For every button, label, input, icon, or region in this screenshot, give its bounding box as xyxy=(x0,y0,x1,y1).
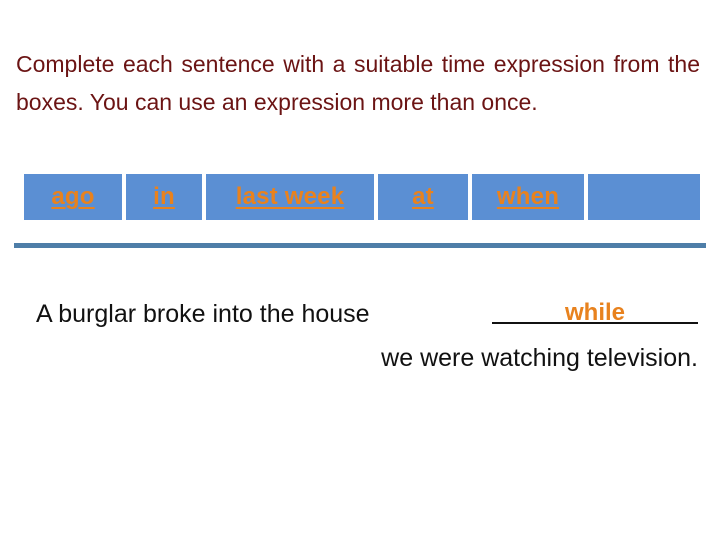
word-bank-label: when xyxy=(496,183,560,210)
word-bank-label: ago xyxy=(51,183,95,210)
instructions-text: Complete each sentence with a suitable t… xyxy=(16,45,700,121)
word-bank-cell-when[interactable]: when xyxy=(472,174,584,220)
slide-canvas: Complete each sentence with a suitable t… xyxy=(0,0,720,540)
word-bank-cell-ago[interactable]: ago xyxy=(24,174,122,220)
word-bank-label: at xyxy=(412,183,434,210)
answer-blank[interactable]: while xyxy=(492,292,698,326)
exercise-sentence: A burglar broke into the house while we w… xyxy=(22,292,698,380)
word-bank-cell-in[interactable]: in xyxy=(126,174,202,220)
instructions-body: Complete each sentence with a suitable t… xyxy=(16,51,700,115)
word-bank-table: ago in last week at when xyxy=(24,174,700,220)
word-bank-label: last week xyxy=(235,183,345,210)
word-bank-label: in xyxy=(153,183,175,210)
section-divider xyxy=(14,243,706,248)
word-bank-cell-at[interactable]: at xyxy=(378,174,468,220)
sentence-tail-text: we were watching television. xyxy=(381,344,698,372)
sentence-lead-text: A burglar broke into the house xyxy=(36,300,370,328)
word-bank-cell-empty[interactable] xyxy=(588,174,700,220)
word-bank-cell-last-week[interactable]: last week xyxy=(206,174,374,220)
answer-text: while xyxy=(564,299,625,326)
